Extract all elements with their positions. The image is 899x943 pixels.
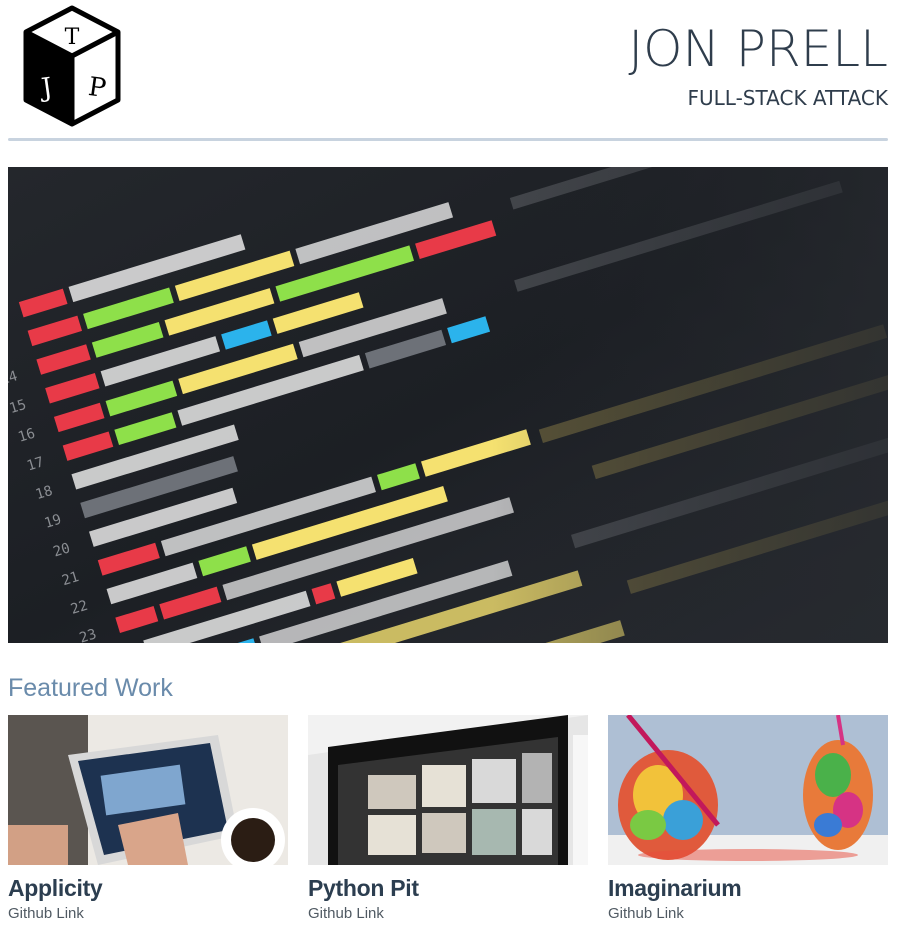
- card-title[interactable]: Imaginarium: [608, 875, 888, 902]
- site-title[interactable]: JON PRELL: [628, 20, 888, 78]
- hero-image: 121314 151617 181920 212223 242526 2728: [8, 167, 888, 643]
- monitor-photo[interactable]: [308, 715, 588, 865]
- featured-card-applicity[interactable]: Applicity Github Link: [8, 715, 288, 922]
- featured-work-heading: Featured Work: [8, 674, 173, 702]
- github-link[interactable]: Github Link: [608, 905, 888, 922]
- svg-text:T: T: [65, 25, 80, 50]
- tablet-photo[interactable]: [8, 715, 288, 865]
- card-title[interactable]: Applicity: [8, 875, 288, 902]
- featured-card-imaginarium[interactable]: Imaginarium Github Link: [608, 715, 888, 922]
- featured-work-list: Applicity Github Link Python Pit Github …: [8, 715, 888, 935]
- jtp-dice-logo-icon[interactable]: T J P: [20, 4, 124, 128]
- site-header: T J P JON PRELL FULL-STACK ATTACK: [8, 0, 888, 140]
- featured-card-python-pit[interactable]: Python Pit Github Link: [308, 715, 588, 922]
- header-divider: [8, 138, 888, 141]
- github-link[interactable]: Github Link: [308, 905, 588, 922]
- site-subtitle: FULL-STACK ATTACK: [687, 86, 889, 110]
- github-link[interactable]: Github Link: [8, 905, 288, 922]
- card-title[interactable]: Python Pit: [308, 875, 588, 902]
- painted-hands-photo[interactable]: [608, 715, 888, 865]
